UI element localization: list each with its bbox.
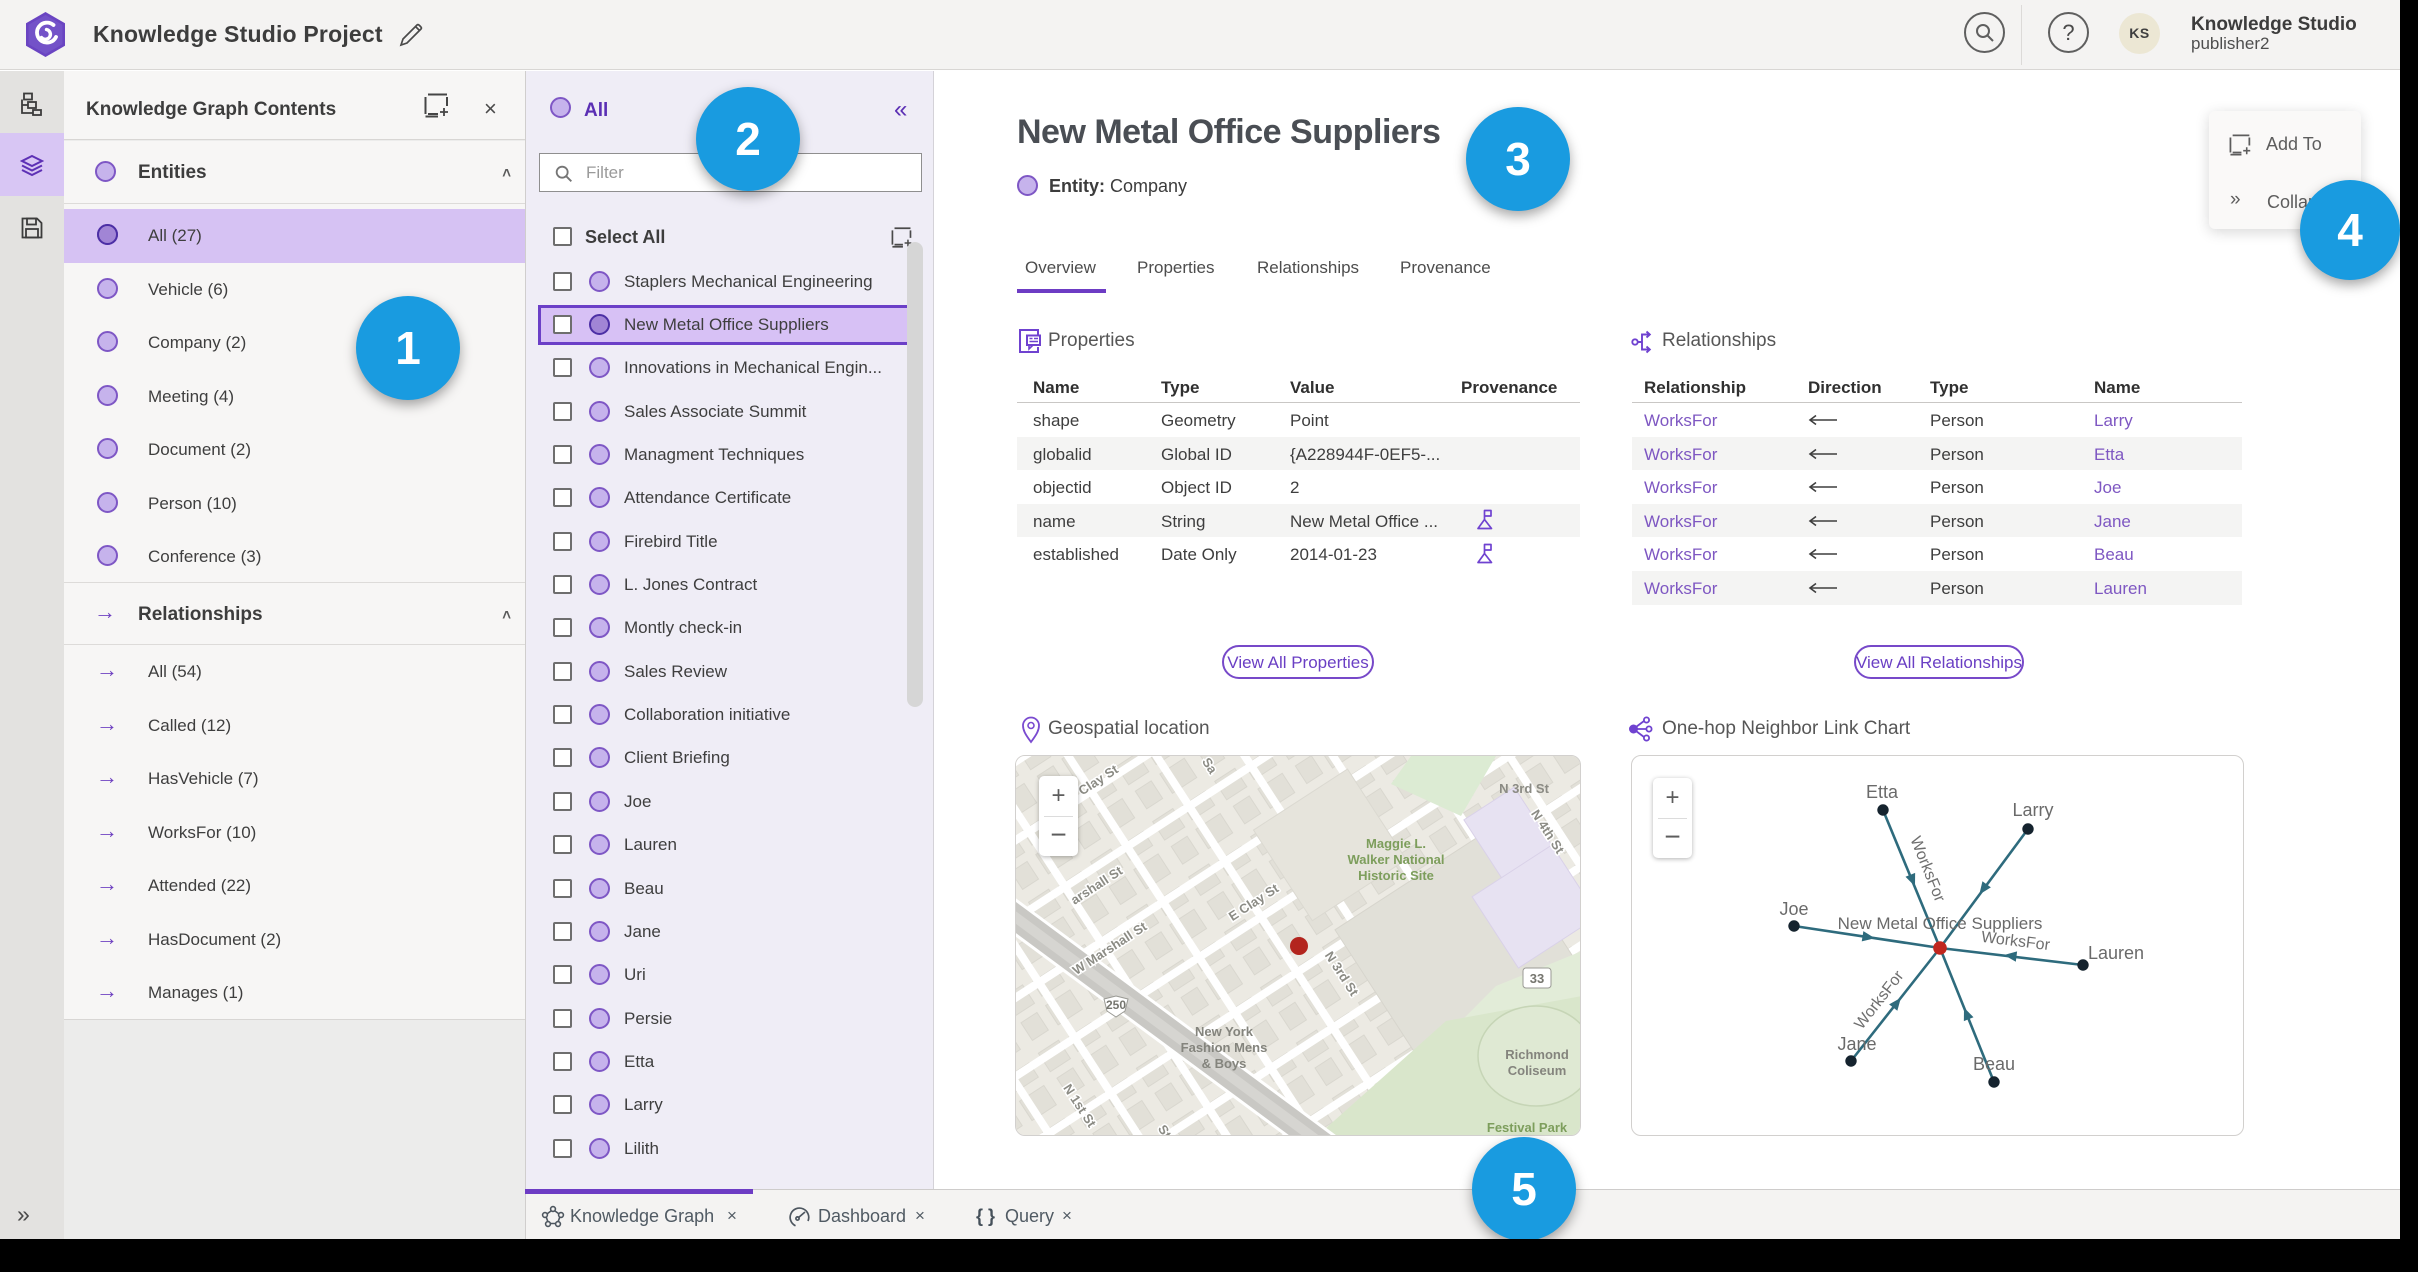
svg-text:New Metal Office Suppliers: New Metal Office Suppliers (1838, 914, 2043, 933)
svg-text:Maggie L.: Maggie L. (1366, 836, 1426, 851)
svg-text:Jane: Jane (1837, 1034, 1876, 1054)
svg-text:Larry: Larry (2012, 800, 2053, 820)
svg-text:Coliseum: Coliseum (1508, 1063, 1567, 1078)
svg-text:& Boys: & Boys (1202, 1056, 1247, 1071)
svg-text:Walker National: Walker National (1347, 852, 1444, 867)
svg-text:WorksFor: WorksFor (1906, 834, 1948, 905)
svg-text:250: 250 (1106, 998, 1126, 1012)
svg-text:N 3rd St: N 3rd St (1499, 781, 1550, 796)
svg-text:Historic Site: Historic Site (1358, 868, 1434, 883)
svg-text:Etta: Etta (1866, 782, 1899, 802)
svg-text:Joe: Joe (1779, 899, 1808, 919)
svg-text:Festival Park: Festival Park (1487, 1120, 1568, 1135)
svg-text:Fashion Mens: Fashion Mens (1181, 1040, 1268, 1055)
svg-text:Beau: Beau (1973, 1054, 2015, 1074)
svg-text:33: 33 (1530, 971, 1544, 986)
svg-text:New York: New York (1195, 1024, 1254, 1039)
svg-text:Richmond: Richmond (1505, 1047, 1569, 1062)
svg-text:Lauren: Lauren (2088, 943, 2144, 963)
